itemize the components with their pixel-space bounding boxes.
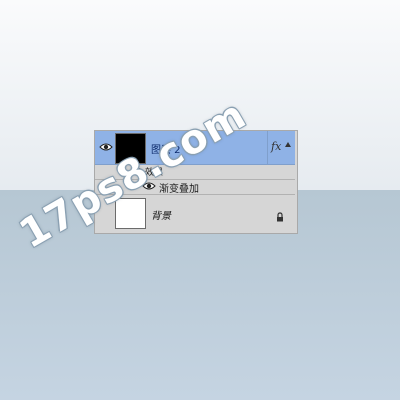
fx-icon[interactable]: fx [271,140,281,153]
layer-name[interactable]: 背景 [151,207,171,222]
lock-icon [276,207,284,222]
collapse-arrow-icon[interactable] [285,142,291,147]
visibility-eye-icon[interactable] [99,142,113,152]
divider [267,131,268,164]
